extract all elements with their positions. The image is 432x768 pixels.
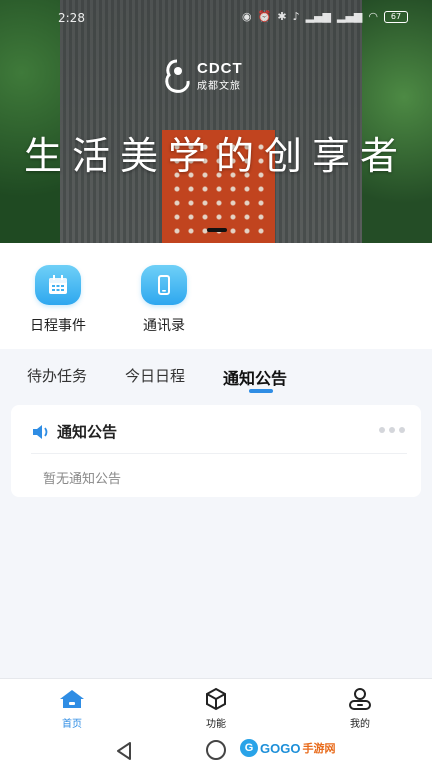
status-bar: 2:28 ◉ ⏰ ✱ ♪ ▂▄▆ ▂▄▆ ◠ 67 xyxy=(0,0,432,36)
status-icons: ◉ ⏰ ✱ ♪ ▂▄▆ ▂▄▆ ◠ 67 xyxy=(242,10,408,23)
watermark-text: GOGO xyxy=(260,740,301,756)
notice-empty-text: 暂无通知公告 xyxy=(43,472,122,487)
tabbar-profile[interactable]: 我的 xyxy=(330,687,390,730)
card-divider xyxy=(31,453,407,454)
user-icon xyxy=(349,688,371,710)
system-navbar: G GOGO 手游网 xyxy=(0,734,432,768)
shortcut-contacts[interactable]: 通讯录 xyxy=(129,265,199,335)
tabbar-features-label: 功能 xyxy=(206,719,226,730)
home-circle-icon[interactable] xyxy=(206,740,226,760)
tab-notices[interactable]: 通知公告 xyxy=(223,365,287,389)
back-icon[interactable] xyxy=(115,741,133,761)
shortcut-schedule[interactable]: 日程事件 xyxy=(23,265,93,335)
notice-card-title: 通知公告 xyxy=(57,423,118,441)
tabbar-profile-label: 我的 xyxy=(350,719,370,730)
home-tabs: 待办任务 今日日程 通知公告 xyxy=(0,349,432,397)
bottom-tabbar: 首页 功能 我的 xyxy=(0,678,432,734)
bluetooth-icon: ✱ xyxy=(277,10,287,23)
more-icon[interactable] xyxy=(379,427,405,433)
phone-icon xyxy=(141,265,187,305)
banner-pager-indicator xyxy=(207,228,227,232)
watermark-logo-icon: G xyxy=(240,739,258,757)
calendar-icon xyxy=(35,265,81,305)
eye-icon: ◉ xyxy=(242,10,252,23)
signal-icon: ▂▄▆ xyxy=(305,10,331,23)
cdct-logo: CDCT 成都文旅 xyxy=(163,57,243,95)
speaker-icon xyxy=(33,424,48,439)
battery-icon: 67 xyxy=(384,10,408,23)
banner-trees-right xyxy=(362,0,432,243)
cdct-logo-icon xyxy=(165,59,190,93)
tab-active-indicator xyxy=(249,389,273,393)
tabbar-features[interactable]: 功能 xyxy=(186,687,246,730)
banner-slogan: 生活美学的创享者 xyxy=(23,134,408,178)
mute-icon: ♪ xyxy=(292,10,300,23)
home-icon xyxy=(60,690,84,708)
logo-cn: 成都文旅 xyxy=(197,81,241,92)
hero-banner[interactable]: CDCT 成都文旅 生活美学的创享者 xyxy=(0,0,432,243)
tab-today-schedule[interactable]: 今日日程 xyxy=(125,365,185,386)
tabbar-home-label: 首页 xyxy=(62,719,82,730)
shortcut-panel: 日程事件 通讯录 xyxy=(0,243,432,349)
shortcut-schedule-label: 日程事件 xyxy=(30,318,86,334)
gogo-watermark: G GOGO 手游网 xyxy=(240,739,335,757)
cube-icon xyxy=(206,687,226,711)
notice-card: 通知公告 暂无通知公告 xyxy=(11,405,421,497)
watermark-cn: 手游网 xyxy=(302,742,336,755)
tabbar-home[interactable]: 首页 xyxy=(42,687,102,730)
alarm-icon: ⏰ xyxy=(257,10,272,23)
shortcut-contacts-label: 通讯录 xyxy=(143,318,185,334)
status-time: 2:28 xyxy=(58,11,85,25)
tab-todo[interactable]: 待办任务 xyxy=(27,365,87,386)
signal-icon: ▂▄▆ xyxy=(337,10,363,23)
wifi-icon: ◠ xyxy=(368,10,378,23)
logo-en: CDCT xyxy=(197,60,243,77)
